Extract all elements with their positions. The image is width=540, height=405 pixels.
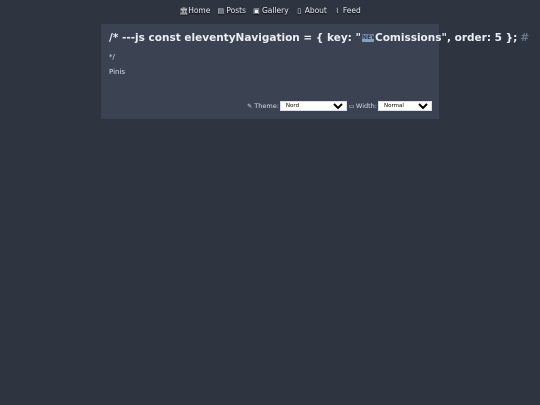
article-paragraph: Pinis <box>109 68 126 76</box>
theme-select[interactable]: Nord <box>279 101 347 111</box>
nav-about-label: About <box>304 6 327 15</box>
home-icon: 🏛 <box>179 6 189 15</box>
about-icon: ▯ <box>297 6 302 15</box>
posts-icon: ▤ <box>217 6 225 15</box>
nav-gallery-link[interactable]: ▣ Gallery <box>253 6 289 15</box>
nav-feed-link[interactable]: ⌇ Feed <box>334 6 361 15</box>
rss-icon: ⌇ <box>335 6 340 15</box>
title-suffix: Comissions", order: 5 }; <box>375 32 518 44</box>
comment-end-text: */ <box>109 53 115 61</box>
nav-about-link[interactable]: ▯ About <box>296 6 327 15</box>
nav-posts-link[interactable]: ▤ Posts <box>217 6 246 15</box>
width-icon: ▭ <box>348 102 355 110</box>
nav-home-label: Home <box>188 6 211 15</box>
nav-posts-label: Posts <box>226 6 246 15</box>
article-card: /* ---js const eleventyNavigation = { ke… <box>101 24 529 119</box>
page-title: /* ---js const eleventyNavigation = { ke… <box>109 32 529 44</box>
display-controls: ✎ Theme: Nord ▭ Width: Normal <box>247 101 432 111</box>
nav-gallery-label: Gallery <box>261 6 289 15</box>
width-select[interactable]: Normal <box>378 101 432 111</box>
gallery-icon: ▣ <box>253 6 260 15</box>
main-navigation: 🏛 Home ▤ Posts ▣ Gallery ▯ About ⌇ Feed <box>0 6 540 15</box>
nav-feed-label: Feed <box>342 6 361 15</box>
brush-icon: ✎ <box>247 102 253 110</box>
title-prefix: /* ---js const eleventyNavigation = { ke… <box>109 32 361 44</box>
theme-label: Theme: <box>254 102 279 110</box>
new-button-emoji-icon: NEW <box>362 34 378 42</box>
width-label: Width: <box>355 102 377 110</box>
heading-anchor-link[interactable]: # <box>520 32 529 44</box>
nav-home-link[interactable]: 🏛 Home <box>179 6 210 15</box>
